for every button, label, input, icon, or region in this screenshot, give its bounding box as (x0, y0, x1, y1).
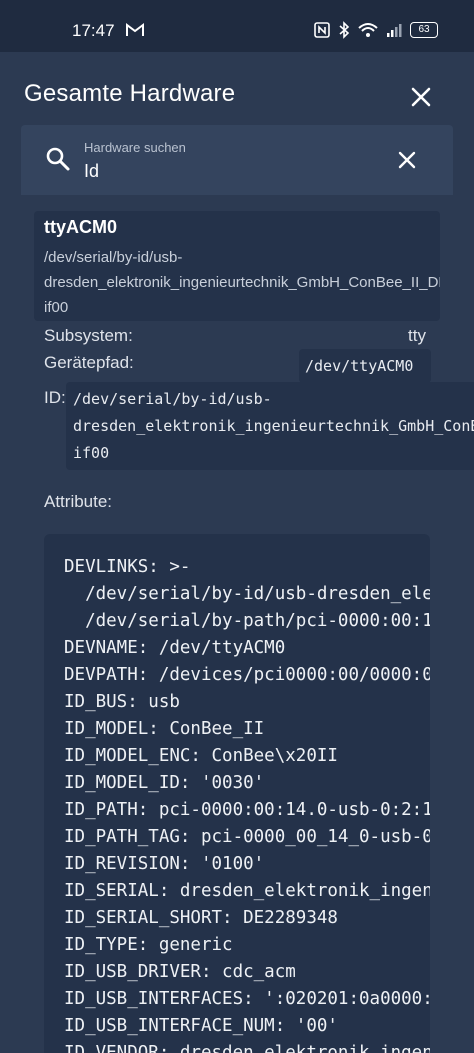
attributes-code-block[interactable]: DEVLINKS: >- /dev/serial/by-id/usb-dresd… (44, 534, 430, 1053)
attribute-line: /dev/serial/by-path/pci-0000:00:14.0-usb… (85, 611, 430, 631)
nfc-icon (314, 22, 330, 43)
attributes-label: Attribute: (44, 492, 113, 511)
attribute-line: ID_PATH_TAG: pci-0000_00_14_0-usb-0_2_1_… (64, 827, 430, 847)
close-icon (411, 87, 431, 107)
dialog-title: Gesamte Hardware (24, 80, 236, 107)
attribute-line: ID_USB_INTERFACES: ':020201:0a0000:' (64, 989, 430, 1009)
subsystem-label: Subsystem: (44, 326, 133, 345)
signal-icon (386, 22, 402, 43)
id-label: ID: (44, 388, 66, 407)
attribute-line: DEVLINKS: >- (64, 557, 191, 577)
close-button[interactable] (404, 80, 438, 114)
clear-icon[interactable] (396, 149, 418, 176)
attribute-line: ID_VENDOR: dresden_elektronik_ingenieurt… (64, 1043, 430, 1053)
device-item-ttyacm0[interactable]: ttyACM0 /dev/serial/by-id/usb- dresden_e… (34, 211, 440, 321)
attributes-text: DEVLINKS: >- /dev/serial/by-id/usb-dresd… (44, 534, 430, 1053)
attribute-line: DEVNAME: /dev/ttyACM0 (64, 638, 286, 658)
wifi-icon (358, 22, 378, 43)
id-value: /dev/serial/by-id/usb- dresden_elektroni… (66, 382, 474, 470)
bluetooth-icon (338, 21, 350, 44)
status-bar: 17:47 63 (0, 0, 474, 52)
attribute-line: ID_MODEL: ConBee_II (64, 719, 265, 739)
attribute-line: ID_MODEL_ENC: ConBee\x20II (64, 746, 338, 766)
attribute-line: ID_MODEL_ID: '0030' (64, 773, 265, 793)
hardware-dialog: Gesamte Hardware Hardware suchen ttyACM0… (0, 52, 474, 1053)
attribute-line: ID_TYPE: generic (64, 935, 233, 955)
search-icon (45, 146, 71, 177)
attribute-line: ID_BUS: usb (64, 692, 180, 712)
attribute-line: /dev/serial/by-id/usb-dresden_elektronik… (85, 584, 430, 604)
attribute-line: ID_USB_INTERFACE_NUM: '00' (64, 1016, 338, 1036)
attribute-line: ID_PATH: pci-0000:00:14.0-usb-0:2:1.0 (64, 800, 430, 820)
device-path-label: Gerätepfad: (44, 353, 134, 372)
subsystem-value: tty (408, 326, 426, 345)
gmail-icon (126, 23, 144, 42)
attribute-line: ID_SERIAL_SHORT: DE2289348 (64, 908, 338, 928)
device-path-value: /dev/ttyACM0 (299, 349, 431, 383)
device-path: /dev/serial/by-id/usb- dresden_elektroni… (44, 249, 440, 316)
battery-icon: 63 (410, 22, 438, 38)
search-label: Hardware suchen (84, 140, 186, 155)
search-input[interactable] (84, 159, 384, 183)
attribute-line: DEVPATH: /devices/pci0000:00/0000:00:14.… (64, 665, 430, 685)
attribute-line: ID_SERIAL: dresden_elektronik_ingenieurt… (64, 881, 430, 901)
device-name: ttyACM0 (44, 217, 118, 237)
search-field[interactable]: Hardware suchen (21, 125, 453, 195)
status-time: 17:47 (72, 21, 115, 40)
attribute-line: ID_USB_DRIVER: cdc_acm (64, 962, 296, 982)
attribute-line: ID_REVISION: '0100' (64, 854, 265, 874)
status-icons (314, 21, 402, 44)
